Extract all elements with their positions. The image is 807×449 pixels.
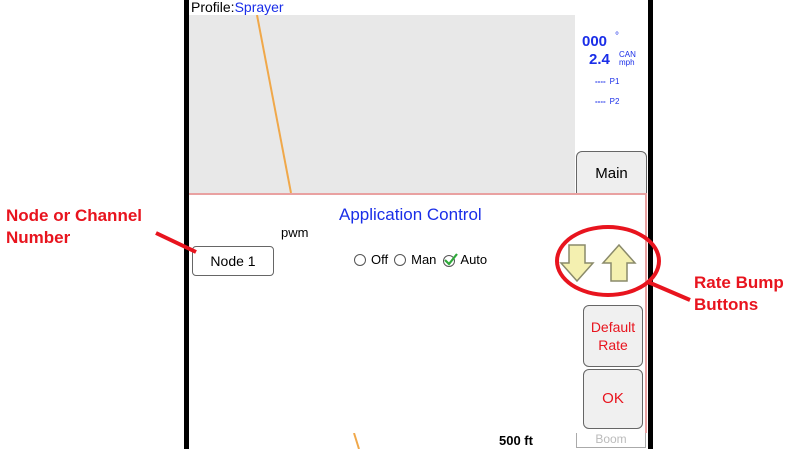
node-callout-line [155,231,197,254]
rate-callout-line [647,280,691,302]
rate-bump-highlight-ellipse [555,225,661,297]
callout-lines [155,231,691,302]
